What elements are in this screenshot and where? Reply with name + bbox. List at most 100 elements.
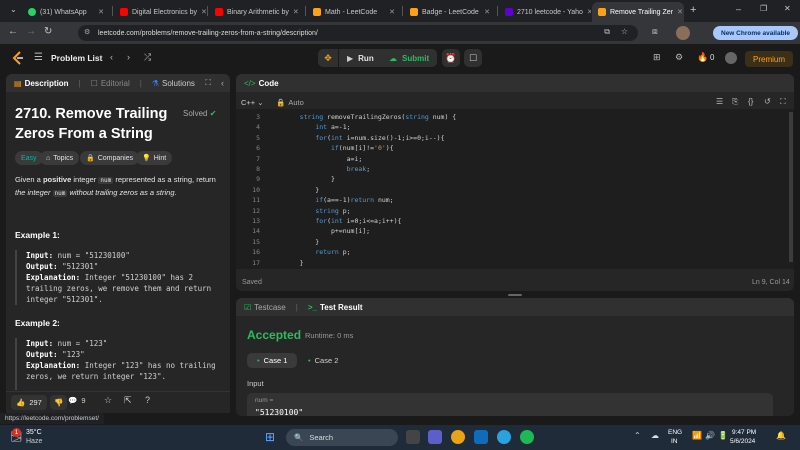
share-icon[interactable]: ⇱: [124, 395, 132, 406]
reload-icon[interactable]: ↻: [44, 26, 52, 37]
code-line: int a=-1;: [315, 123, 351, 132]
browser-tab-remove-trailing-zeros[interactable]: Remove Trailing Zer ✕: [592, 2, 684, 22]
browser-tab-math-leetcode[interactable]: Math - LeetCode ✕: [307, 2, 401, 22]
comments-button[interactable]: 💬 9: [68, 396, 86, 405]
profile-avatar[interactable]: [676, 26, 690, 40]
browser-tab-binary-arithmetic[interactable]: Binary Arithmetic by ✕: [209, 2, 303, 22]
forward-icon[interactable]: →: [26, 26, 36, 37]
topics-chip[interactable]: ⌂ Topics: [40, 151, 80, 165]
browser-tab-yahoo[interactable]: 2710 leetcode - Yaho ✕: [499, 2, 591, 22]
browser-tab-whatsapp[interactable]: (31) WhatsApp ✕: [22, 2, 110, 22]
site-info-icon[interactable]: ⚙: [84, 28, 90, 36]
tab-editorial[interactable]: ☐ Editorial: [91, 79, 130, 88]
windows-start-icon[interactable]: ⊞: [265, 430, 275, 444]
fullscreen-icon[interactable]: ⛶: [780, 97, 786, 107]
user-avatar[interactable]: [725, 52, 737, 64]
terminal-icon: >_: [307, 302, 317, 312]
braces-icon[interactable]: {}: [748, 97, 753, 106]
browser-tab-badge-leetcode[interactable]: Badge - LeetCode ✕: [404, 2, 496, 22]
spotify-icon[interactable]: [520, 430, 534, 444]
next-problem-icon[interactable]: ›: [127, 52, 130, 62]
streak-fire-icon[interactable]: 🔥: [697, 52, 708, 63]
close-icon[interactable]: ✕: [98, 8, 104, 16]
cloud-upload-icon: ☁: [389, 53, 397, 63]
tab-description[interactable]: ▤ Description: [14, 79, 69, 88]
companies-chip[interactable]: 🔒 Companies: [80, 151, 140, 165]
language-code[interactable]: ENG: [668, 429, 682, 436]
debug-icon[interactable]: ✥: [318, 49, 338, 67]
leetcode-logo-icon[interactable]: [12, 51, 24, 65]
close-icon[interactable]: ✕: [587, 8, 591, 16]
thumbs-down-icon: 👎: [54, 398, 64, 407]
clock-time[interactable]: 9:47 PM: [732, 429, 756, 436]
notes-icon[interactable]: ☐: [464, 49, 482, 67]
maximize-button[interactable]: ❐: [760, 4, 767, 13]
help-icon[interactable]: ?: [145, 395, 150, 405]
battery-icon[interactable]: 🔋: [718, 431, 728, 440]
favorite-star-icon[interactable]: ☆: [104, 395, 112, 406]
teams-icon[interactable]: [428, 430, 442, 444]
close-icon[interactable]: ✕: [389, 8, 395, 16]
clock-date[interactable]: 5/6/2024: [730, 438, 755, 445]
hint-chip[interactable]: 💡 Hint: [136, 151, 173, 165]
reset-code-icon[interactable]: ↺: [764, 97, 771, 106]
close-window-button[interactable]: ✕: [784, 4, 791, 13]
problem-list-link[interactable]: Problem List: [51, 53, 102, 63]
extensions-icon[interactable]: ⧈: [652, 26, 658, 37]
case-2-tab[interactable]: • Case 2: [298, 353, 348, 368]
chrome-icon[interactable]: [451, 430, 465, 444]
auto-mode-toggle[interactable]: 🔒 Auto: [276, 98, 304, 107]
language-region[interactable]: IN: [671, 438, 678, 445]
new-tab-button[interactable]: +: [690, 4, 696, 16]
premium-button[interactable]: Premium: [745, 51, 794, 67]
lightbulb-icon: 💡: [142, 155, 151, 162]
onedrive-icon[interactable]: ☁: [651, 431, 659, 440]
tab-solutions[interactable]: ⚗ Solutions: [152, 79, 195, 88]
run-button[interactable]: ▶ Run: [339, 49, 382, 67]
notifications-icon[interactable]: 🔔: [776, 431, 786, 440]
wifi-icon[interactable]: 📶: [692, 431, 702, 440]
language-selector[interactable]: C++ ⌄: [241, 98, 264, 107]
line-number: 13: [252, 217, 260, 225]
format-code-icon[interactable]: ☰: [716, 97, 723, 106]
collapse-panel-icon[interactable]: ‹: [221, 78, 224, 88]
tray-chevron-icon[interactable]: ⌃: [634, 431, 641, 440]
like-button[interactable]: 👍 297: [11, 395, 47, 410]
minimize-button[interactable]: –: [736, 4, 741, 14]
submit-button[interactable]: ☁ Submit: [381, 49, 438, 67]
timer-icon[interactable]: ⏰: [442, 49, 460, 67]
new-chrome-available-button[interactable]: New Chrome available: [713, 26, 798, 40]
taskbar-search[interactable]: 🔍 Search: [286, 429, 398, 446]
close-icon[interactable]: ✕: [201, 8, 206, 16]
address-bar[interactable]: ⚙ leetcode.com/problems/remove-trailing-…: [78, 25, 638, 41]
code-editor[interactable]: 3 string removeTrailingZeros(string num)…: [236, 109, 794, 269]
edge-icon[interactable]: [497, 430, 511, 444]
tab-test-result[interactable]: >_ Test Result: [308, 303, 363, 312]
dislike-button[interactable]: 👎: [50, 395, 68, 410]
tab-search-icon[interactable]: ⌄: [10, 5, 17, 14]
panel-resize-handle[interactable]: [508, 294, 522, 296]
book-icon: ☐: [90, 78, 98, 88]
youtube-icon: [215, 8, 223, 16]
close-icon[interactable]: ✕: [293, 8, 299, 16]
browser-tab-digital-electronics[interactable]: Digital Electronics by ✕: [114, 2, 206, 22]
settings-gear-icon[interactable]: ⚙: [675, 52, 683, 63]
translate-icon[interactable]: ⧉: [604, 27, 610, 37]
tab-testcase[interactable]: ☑ Testcase: [244, 303, 286, 312]
volume-icon[interactable]: 🔊: [705, 431, 715, 440]
close-icon[interactable]: ✕: [677, 8, 683, 16]
close-icon[interactable]: ✕: [484, 8, 490, 16]
shuffle-icon[interactable]: ⤮: [144, 52, 151, 63]
editor-scrollbar[interactable]: [789, 112, 793, 262]
task-view-icon[interactable]: [406, 430, 420, 444]
expand-panel-icon[interactable]: ⛶: [205, 78, 211, 88]
case-1-tab[interactable]: • Case 1: [247, 353, 298, 368]
bookmark-icon[interactable]: ⎘: [732, 97, 738, 107]
prev-problem-icon[interactable]: ‹: [110, 52, 113, 62]
back-icon[interactable]: ←: [8, 26, 18, 37]
chrome-menu-icon[interactable]: ⋮: [787, 26, 797, 37]
bookmark-star-icon[interactable]: ☆: [621, 27, 628, 36]
layout-icon[interactable]: ⊞: [653, 52, 661, 63]
mail-icon[interactable]: [474, 430, 488, 444]
code-panel-header: </> Code: [236, 74, 794, 92]
